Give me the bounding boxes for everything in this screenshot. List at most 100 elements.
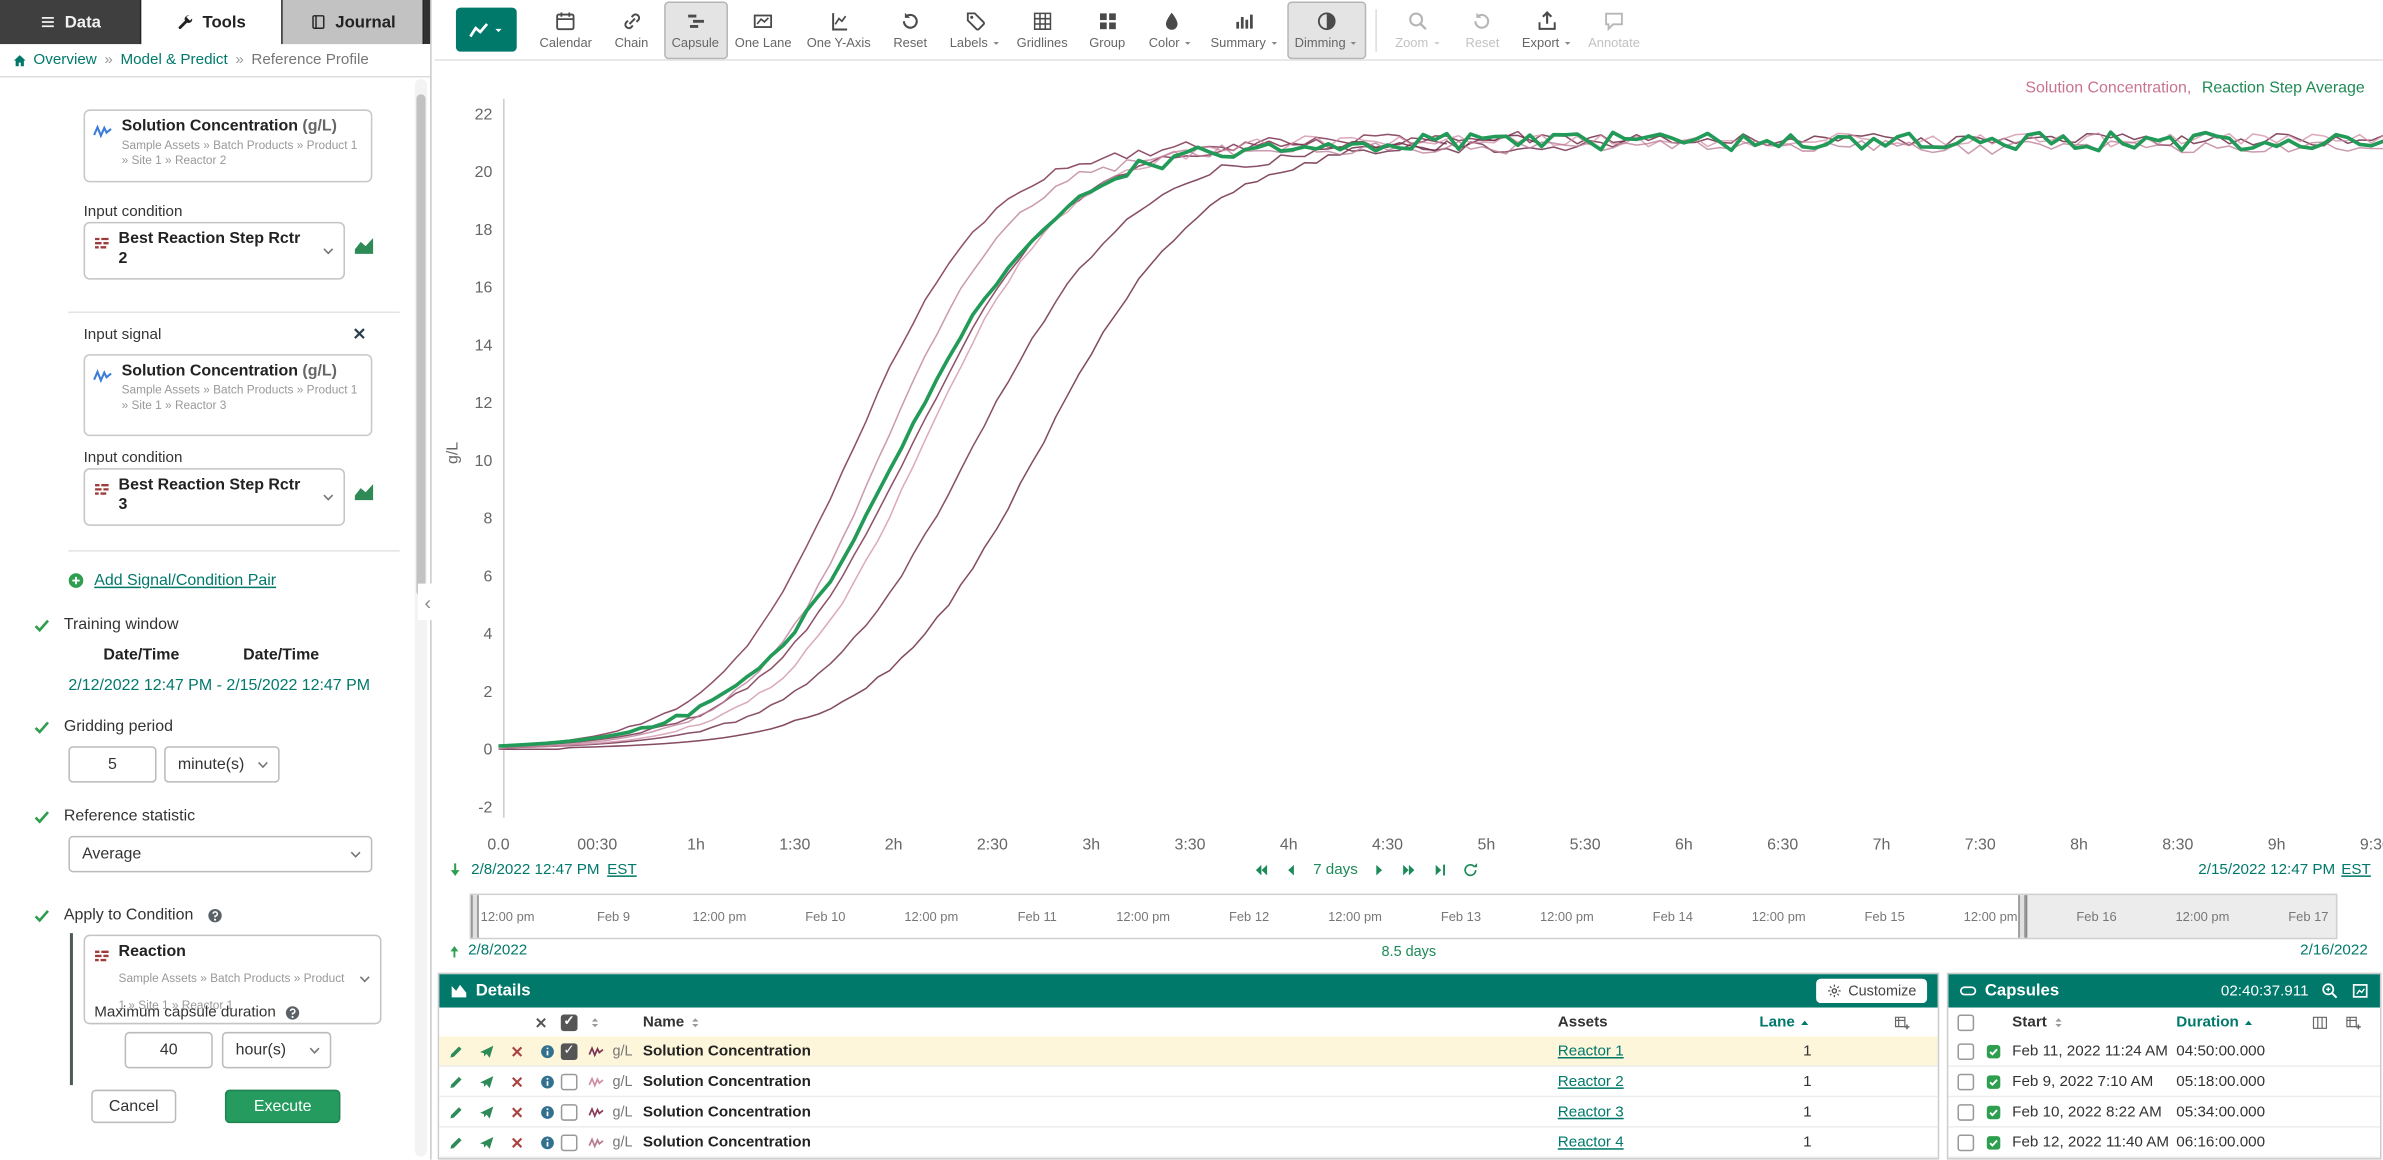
name-column-header[interactable]: Name xyxy=(643,1014,703,1031)
asset-link[interactable]: Reactor 2 xyxy=(1558,1073,1624,1090)
remove-all-icon[interactable] xyxy=(533,1014,548,1029)
step-forward-half-button[interactable] xyxy=(1372,862,1389,879)
duration-column-header[interactable]: Duration xyxy=(2176,1014,2255,1031)
axis-download-icon[interactable] xyxy=(447,862,464,879)
training-end[interactable]: 2/15/2022 12:47 PM xyxy=(226,676,370,694)
gridding-unit-select[interactable]: minute(s) xyxy=(164,746,280,782)
details-row-reactor-2[interactable]: g/LSolution ConcentrationReactor 21 xyxy=(439,1067,1937,1097)
input-signal-card-1[interactable]: Solution Concentration (g/L) Sample Asse… xyxy=(84,109,373,182)
worksheet-view-selector[interactable] xyxy=(456,8,517,52)
tab-journal[interactable]: Journal xyxy=(283,0,424,44)
step-back-full-button[interactable] xyxy=(1252,862,1269,879)
condition-chart-button-2[interactable] xyxy=(353,480,376,503)
condition-select-1[interactable]: Best Reaction Step Rctr 2 xyxy=(84,222,345,280)
capsule-row[interactable]: Feb 12, 2022 11:40 AM06:16:00.000 xyxy=(1948,1128,2380,1158)
capsule-checkbox[interactable] xyxy=(1957,1073,1974,1090)
timebar-start-label[interactable]: 2/8/2022 xyxy=(468,942,527,959)
trend-chart[interactable]: Solution Concentration, Reaction Step Av… xyxy=(435,61,2383,866)
signal-name[interactable]: Solution Concentration xyxy=(643,1103,811,1120)
info-icon[interactable] xyxy=(540,1104,556,1120)
timezone-link[interactable]: EST xyxy=(607,862,637,879)
row-checkbox[interactable] xyxy=(561,1134,578,1151)
panel-collapse-handle[interactable]: ‹ xyxy=(418,584,438,620)
edit-icon[interactable] xyxy=(448,1104,464,1120)
toolbar-button-dimming[interactable]: Dimming xyxy=(1287,1,1367,59)
remove-icon[interactable] xyxy=(509,1104,525,1120)
toolbar-button-gridlines[interactable]: Gridlines xyxy=(1009,1,1075,59)
toolbar-button-color[interactable]: Color xyxy=(1139,1,1203,59)
auto-update-button[interactable] xyxy=(1463,862,1480,879)
toolbar-button-calendar[interactable]: Calendar xyxy=(532,1,600,59)
info-icon[interactable] xyxy=(540,1134,556,1150)
tab-tools[interactable]: Tools xyxy=(141,0,282,44)
signal-name[interactable]: Solution Concentration xyxy=(643,1134,811,1151)
capsule-row[interactable]: Feb 11, 2022 11:24 AM04:50:00.000 xyxy=(1948,1036,2380,1066)
send-to-trend-icon[interactable] xyxy=(479,1043,495,1059)
toolbar-button-reset[interactable]: Reset xyxy=(878,1,942,59)
breadcrumb-overview[interactable]: Overview xyxy=(12,52,97,69)
remove-icon[interactable] xyxy=(509,1134,525,1150)
legend-reaction-step-average[interactable]: Reaction Step Average xyxy=(2202,79,2365,97)
details-row-reactor-1[interactable]: g/LSolution ConcentrationReactor 11 xyxy=(439,1036,1937,1066)
row-checkbox[interactable] xyxy=(561,1043,578,1060)
capsule-row[interactable]: Feb 9, 2022 7:10 AM05:18:00.000 xyxy=(1948,1067,2380,1097)
capsule-checkbox[interactable] xyxy=(1957,1103,1974,1120)
start-column-header[interactable]: Start xyxy=(2012,1014,2065,1031)
capsule-row[interactable]: Feb 10, 2022 8:22 AM05:34:00.000 xyxy=(1948,1097,2380,1127)
zoom-to-capsule-icon[interactable] xyxy=(2321,982,2339,1000)
remove-icon[interactable] xyxy=(509,1073,525,1089)
sort-icon[interactable] xyxy=(588,1015,602,1029)
timebar-end-label[interactable]: 2/16/2022 xyxy=(2300,942,2368,959)
send-to-trend-icon[interactable] xyxy=(479,1134,495,1150)
legend-solution-concentration[interactable]: Solution Concentration, xyxy=(2025,79,2191,97)
range-handle-right[interactable] xyxy=(2018,895,2026,938)
row-checkbox[interactable] xyxy=(561,1103,578,1120)
remove-pair-button[interactable] xyxy=(351,325,368,342)
select-all-capsules-checkbox[interactable] xyxy=(1957,1014,1974,1031)
step-forward-full-button[interactable] xyxy=(1402,862,1419,879)
customize-button[interactable]: Customize xyxy=(1816,979,1927,1003)
columns-icon[interactable] xyxy=(2312,1014,2329,1031)
send-to-trend-icon[interactable] xyxy=(479,1073,495,1089)
details-row-reactor-4[interactable]: g/LSolution ConcentrationReactor 41 xyxy=(439,1128,1937,1158)
add-column-icon[interactable] xyxy=(2345,1014,2362,1031)
breadcrumb-model-predict[interactable]: Model & Predict xyxy=(120,52,227,69)
timebar-strip[interactable]: 12:00 pmFeb 912:00 pmFeb 1012:00 pmFeb 1… xyxy=(470,894,2338,940)
tab-data[interactable]: Data xyxy=(0,0,141,44)
row-checkbox[interactable] xyxy=(561,1073,578,1090)
input-signal-card-2[interactable]: Solution Concentration (g/L) Sample Asse… xyxy=(84,354,373,436)
toolbar-button-labels[interactable]: Labels xyxy=(942,1,1009,59)
asset-link[interactable]: Reactor 4 xyxy=(1558,1134,1624,1151)
display-range-end[interactable]: 2/15/2022 12:47 PM xyxy=(2198,862,2335,879)
scrollbar-thumb[interactable] xyxy=(416,94,425,596)
gridding-period-input[interactable]: 5 xyxy=(68,746,156,782)
edit-icon[interactable] xyxy=(448,1134,464,1150)
maximum-duration-input[interactable]: 40 xyxy=(125,1032,213,1068)
display-range-start[interactable]: 2/8/2022 12:47 PM xyxy=(471,862,599,879)
assets-column-header[interactable]: Assets xyxy=(1558,1014,1608,1031)
chart-canvas[interactable]: 2220181614121086420-2g/L0.000:301h1:302h… xyxy=(435,61,2383,866)
toolbar-button-export[interactable]: Export xyxy=(1514,1,1580,59)
details-row-reactor-3[interactable]: g/LSolution ConcentrationReactor 31 xyxy=(439,1097,1937,1127)
info-icon[interactable] xyxy=(540,1073,556,1089)
step-to-now-button[interactable] xyxy=(1432,862,1449,879)
toolbar-button-chain[interactable]: Chain xyxy=(600,1,664,59)
asset-link[interactable]: Reactor 1 xyxy=(1558,1043,1624,1060)
toolbar-button-one-lane[interactable]: One Lane xyxy=(727,1,799,59)
remove-icon[interactable] xyxy=(509,1043,525,1059)
step-size-label[interactable]: 7 days xyxy=(1313,862,1358,879)
lane-column-header[interactable]: Lane xyxy=(1736,1014,1812,1031)
timezone-link[interactable]: EST xyxy=(2341,862,2371,879)
add-column-icon[interactable] xyxy=(1894,1014,1911,1031)
signal-name[interactable]: Solution Concentration xyxy=(643,1043,811,1060)
timebar-start-icon[interactable] xyxy=(447,943,462,958)
add-signal-condition-pair-link[interactable]: Add Signal/Condition Pair xyxy=(67,571,276,589)
reference-statistic-select[interactable]: Average xyxy=(68,836,372,872)
range-handle-left[interactable] xyxy=(471,895,479,938)
select-all-checkbox[interactable] xyxy=(561,1014,578,1031)
capsule-preview-icon[interactable] xyxy=(2351,982,2369,1000)
step-back-half-button[interactable] xyxy=(1283,862,1300,879)
signal-name[interactable]: Solution Concentration xyxy=(643,1073,811,1090)
timebar-start-group[interactable]: 2/8/2022 xyxy=(447,942,527,959)
training-window-range[interactable]: 2/12/2022 12:47 PM - 2/15/2022 12:47 PM xyxy=(68,676,370,694)
